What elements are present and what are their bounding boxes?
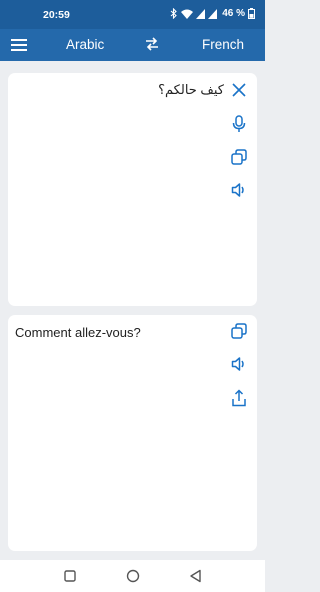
battery-percent: 46 %	[222, 8, 245, 19]
home-icon	[126, 569, 140, 587]
wifi-icon	[181, 9, 194, 19]
battery-icon	[248, 8, 255, 19]
back-button[interactable]	[189, 569, 203, 583]
clear-button[interactable]	[231, 82, 249, 100]
translation-panel: Comment allez-vous?	[8, 315, 257, 551]
copy-translation-button[interactable]	[231, 323, 249, 341]
close-icon	[231, 82, 249, 98]
menu-icon	[11, 38, 27, 55]
speaker-icon	[231, 356, 249, 372]
target-language-selector[interactable]: French	[202, 37, 244, 52]
back-icon	[189, 569, 203, 587]
status-icons: 46 %	[170, 8, 255, 19]
menu-button[interactable]	[11, 37, 31, 53]
speak-source-button[interactable]	[231, 182, 249, 200]
speaker-icon	[231, 182, 249, 198]
share-icon	[231, 389, 249, 407]
signal-icon	[196, 8, 206, 19]
app-bar: Arabic French	[0, 29, 265, 61]
status-time: 20:59	[43, 9, 70, 21]
copy-source-button[interactable]	[231, 149, 249, 167]
source-text-input[interactable]: كيف حالكم؟	[158, 82, 224, 98]
bluetooth-icon	[170, 8, 178, 19]
recents-button[interactable]	[63, 569, 77, 583]
voice-input-button[interactable]	[231, 115, 249, 133]
swap-icon	[144, 37, 160, 56]
speak-translation-button[interactable]	[231, 356, 249, 374]
source-text-panel[interactable]: كيف حالكم؟	[8, 73, 257, 306]
home-button[interactable]	[126, 569, 140, 583]
signal-icon	[208, 8, 218, 19]
copy-icon	[231, 149, 249, 165]
source-language-selector[interactable]: Arabic	[66, 37, 104, 52]
translated-text: Comment allez-vous?	[15, 325, 141, 340]
status-bar: 20:59 46 %	[0, 0, 265, 29]
microphone-icon	[231, 115, 249, 133]
copy-icon	[231, 323, 249, 339]
recents-icon	[63, 570, 77, 587]
swap-languages-button[interactable]	[144, 36, 162, 54]
share-translation-button[interactable]	[231, 389, 249, 407]
system-navigation-bar	[0, 560, 265, 592]
